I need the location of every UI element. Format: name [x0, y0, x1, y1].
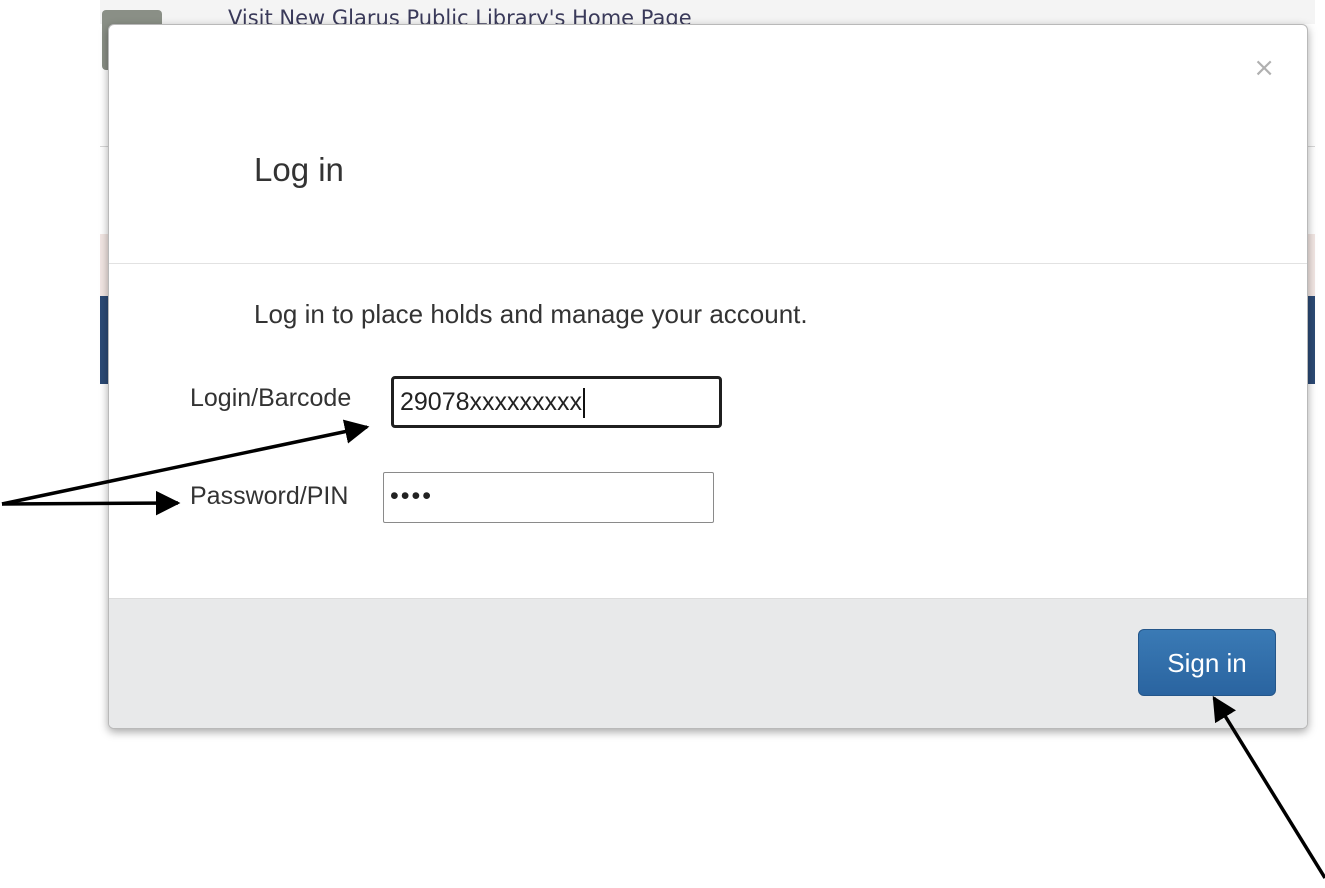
pin-value: ••••: [390, 482, 434, 510]
login-intro-text: Log in to place holds and manage your ac…: [254, 299, 808, 329]
modal-divider: [109, 263, 1307, 264]
close-icon[interactable]: ×: [1253, 55, 1275, 81]
screenshot-stage: Visit New Glarus Public Library's Home P…: [0, 0, 1325, 888]
text-caret: [583, 388, 586, 419]
pin-label: Password/PIN: [190, 482, 349, 510]
modal-footer: [109, 598, 1307, 728]
login-modal: × Log in Log in to place holds and manag…: [108, 24, 1308, 729]
barcode-value: 29078xxxxxxxxx: [400, 388, 583, 416]
barcode-input[interactable]: 29078xxxxxxxxx: [391, 376, 722, 428]
modal-title: Log in: [254, 151, 344, 188]
pin-input[interactable]: ••••: [383, 472, 714, 523]
sign-in-button[interactable]: Sign in: [1138, 629, 1276, 696]
barcode-label: Login/Barcode: [190, 384, 352, 412]
